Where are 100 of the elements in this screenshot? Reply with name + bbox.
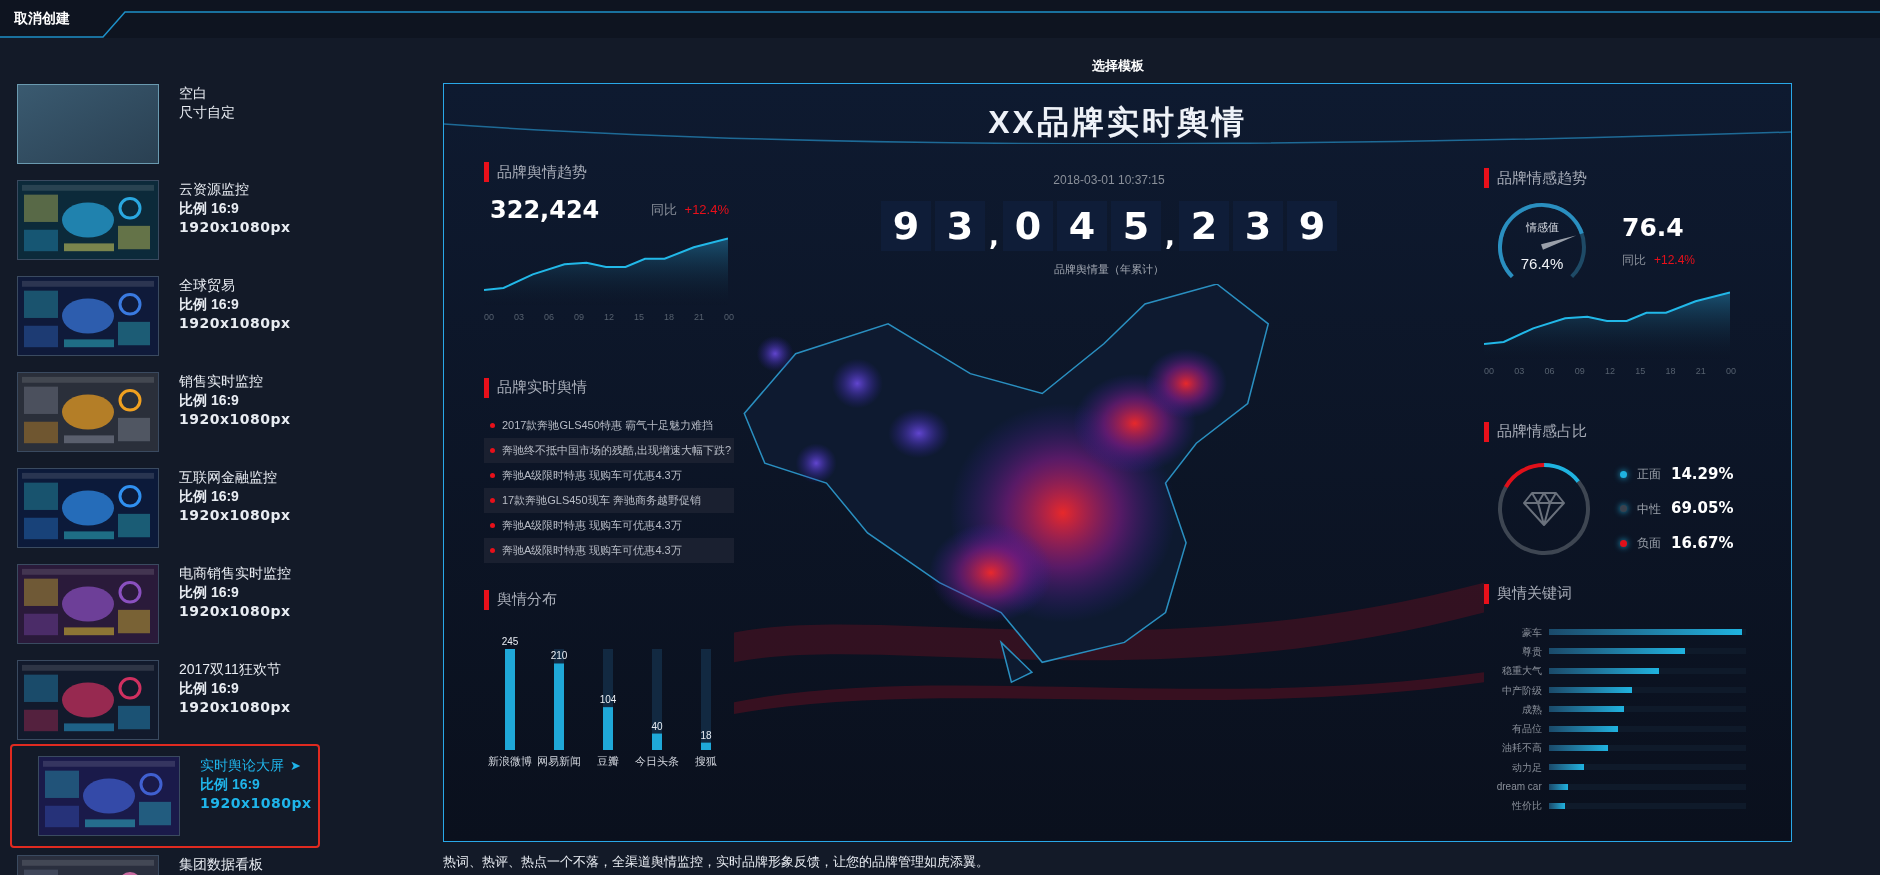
keyword-label: 中产阶级 <box>1500 683 1542 698</box>
axis-tick-label: 03 <box>1514 365 1525 378</box>
bar-category-label: 搜狐 <box>695 754 717 767</box>
template-name: 集团数据看板 <box>179 855 263 874</box>
bar-category-label: 新浪微博 <box>488 754 532 767</box>
keyword-label: 豪车 <box>1520 625 1542 640</box>
axis-tick-label: 12 <box>603 311 614 324</box>
news-item[interactable]: 2017款奔驰GLS450特惠 霸气十足魅力难挡 <box>484 412 734 438</box>
news-title: 奔驰A级限时特惠 现购车可优惠4.3万 <box>502 467 682 483</box>
bar-category-label: 网易新闻 <box>537 754 581 767</box>
news-title: 2017款奔驰GLS450特惠 霸气十足魅力难挡 <box>502 417 713 433</box>
preview-heading: 选择模板 <box>1090 57 1145 75</box>
title-marker <box>484 589 489 610</box>
news-item[interactable]: 奔驰A级限时特惠 现购车可优惠4.3万 <box>484 512 734 538</box>
axis-tick-label: 06 <box>1544 365 1555 378</box>
metric-value: 76.4 <box>1622 212 1685 244</box>
title-marker <box>484 377 489 398</box>
counter-digit: 3 <box>935 201 985 251</box>
axis-tick-label: 00 <box>1725 365 1736 378</box>
axis-tick-label: 18 <box>1665 365 1676 378</box>
legend-value: 16.67% <box>1671 532 1734 554</box>
template-size: 1920x1080px <box>200 794 312 813</box>
template-item[interactable]: 全球贸易 比例 16:9 1920x1080px <box>0 276 330 356</box>
cancel-button[interactable]: 取消创建 <box>0 0 84 36</box>
news-title: 17款奔驰GLS450现车 奔驰商务越野促销 <box>502 492 701 508</box>
counter-digit: 4 <box>1057 201 1107 251</box>
template-ratio: 比例 16:9 <box>179 583 240 602</box>
template-name: 云资源监控 <box>179 180 249 199</box>
counter-digit: 5 <box>1111 201 1161 251</box>
axis-tick-label: 21 <box>1695 365 1706 378</box>
section-title: 舆情关键词 <box>1497 583 1572 604</box>
template-item[interactable]: 电商销售实时监控 比例 16:9 1920x1080px <box>0 564 330 644</box>
template-size: 1920x1080px <box>179 506 291 525</box>
axis-tick-label: 18 <box>663 311 674 324</box>
template-item[interactable]: 2017双11狂欢节 比例 16:9 1920x1080px <box>0 660 330 740</box>
section-title: 品牌舆情趋势 <box>497 161 587 182</box>
keyword-label: 成熟 <box>1520 702 1542 717</box>
template-description: 热词、热评、热点一个不落，全渠道舆情监控，实时品牌形象反馈，让您的品牌管理如虎添翼。 <box>443 853 990 871</box>
template-ratio: 比例 16:9 <box>179 391 240 410</box>
template-item[interactable]: 互联网金融监控 比例 16:9 1920x1080px <box>0 468 330 548</box>
template-name: 互联网金融监控 <box>179 468 277 487</box>
counter-digit: 0 <box>1003 201 1053 251</box>
keyword-label: 动力足 <box>1510 760 1542 775</box>
template-size: 1920x1080px <box>179 314 291 333</box>
title-marker <box>1484 583 1489 604</box>
title-marker <box>484 162 489 182</box>
diamond-icon <box>1522 490 1566 527</box>
template-size: 1920x1080px <box>179 410 291 429</box>
gauge-reading: 76.4% <box>1519 254 1565 274</box>
news-item[interactable]: 奔驰A级限时特惠 现购车可优惠4.3万 <box>484 462 734 488</box>
bullet-icon <box>490 497 495 503</box>
template-item[interactable]: 集团数据看板 <box>0 855 330 875</box>
template-ratio: 比例 16:9 <box>179 487 240 506</box>
axis-tick-label: 21 <box>693 311 704 324</box>
bullet-icon <box>490 447 495 453</box>
legend-label: 负面 <box>1637 535 1661 552</box>
axis-tick-label: 06 <box>543 311 554 324</box>
news-item[interactable]: 奔驰终不抵中国市场的残酷,出现增速大幅下跌? <box>484 437 734 463</box>
legend-value: 14.29% <box>1671 463 1734 485</box>
datetime: 2018-03-01 10:37:15 <box>1053 172 1165 189</box>
axis-tick-label: 00 <box>723 311 734 324</box>
metric-value: 322,424 <box>490 195 600 226</box>
template-ratio: 比例 16:9 <box>179 295 240 314</box>
axis-tick-label: 03 <box>514 311 524 324</box>
title-marker <box>1484 168 1489 188</box>
axis-tick-label: 12 <box>1604 365 1615 378</box>
bar <box>701 742 711 750</box>
bar-value-label: 245 <box>501 635 519 647</box>
bullet-icon <box>490 422 495 428</box>
bar-category-label: 豆瓣 <box>597 754 619 767</box>
template-item[interactable]: 空白 尺寸自定 <box>0 84 330 164</box>
legend-label: 正面 <box>1637 466 1661 483</box>
keyword-label: 尊贵 <box>1520 644 1542 659</box>
news-title: 奔驰A级限时特惠 现购车可优惠4.3万 <box>502 542 682 558</box>
bar-category-label: 今日头条 <box>635 754 679 767</box>
counter-label: 品牌舆情量（年累计） <box>1054 262 1164 277</box>
title-marker <box>1484 421 1489 442</box>
template-item[interactable]: 实时舆论大屏 ➤ 比例 16:9 1920x1080px <box>10 744 320 848</box>
template-name: 销售实时监控 <box>179 372 263 391</box>
legend-label: 中性 <box>1637 500 1661 518</box>
axis-tick-label: 00 <box>1484 365 1494 378</box>
compare-label: 同比 <box>650 201 677 220</box>
counter-separator: , <box>1165 221 1175 251</box>
template-item[interactable]: 云资源监控 比例 16:9 1920x1080px <box>0 180 330 260</box>
counter-separator: , <box>989 221 999 251</box>
template-size: 1920x1080px <box>179 698 291 717</box>
keyword-label: dream car <box>1495 780 1542 794</box>
template-name: 2017双11狂欢节 <box>179 660 281 679</box>
section-title: 品牌情感趋势 <box>1497 167 1587 188</box>
template-name: 电商销售实时监控 <box>179 564 291 583</box>
change-value: +12.4% <box>684 201 729 220</box>
keyword-label: 油耗不高 <box>1500 741 1542 756</box>
news-item[interactable]: 奔驰A级限时特惠 现购车可优惠4.3万 <box>484 537 734 563</box>
template-size: 1920x1080px <box>179 218 291 237</box>
bullet-icon <box>490 522 495 528</box>
compare-label: 同比 <box>1622 251 1646 269</box>
template-name: 空白 <box>179 84 207 103</box>
news-item[interactable]: 17款奔驰GLS450现车 奔驰商务越野促销 <box>484 487 734 513</box>
template-item[interactable]: 销售实时监控 比例 16:9 1920x1080px <box>0 372 330 452</box>
bar-value-label: 210 <box>550 649 568 661</box>
